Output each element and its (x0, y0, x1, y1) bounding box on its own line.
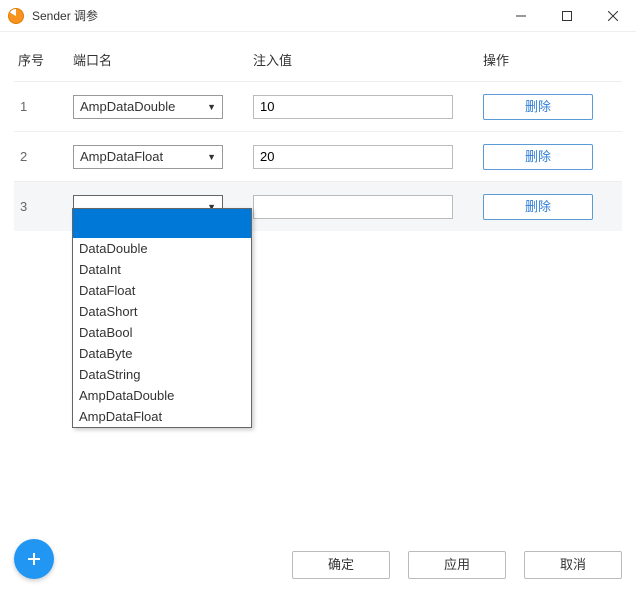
row-seq: 2 (18, 149, 73, 164)
row-seq: 1 (18, 99, 73, 114)
value-input[interactable] (253, 195, 453, 219)
cancel-button[interactable]: 取消 (524, 551, 622, 579)
add-row-button[interactable] (14, 539, 54, 579)
titlebar: Sender 调参 (0, 0, 636, 32)
col-action: 操作 (483, 50, 623, 69)
maximize-icon (562, 11, 572, 21)
apply-button[interactable]: 应用 (408, 551, 506, 579)
app-icon (8, 8, 24, 24)
col-port: 端口名 (73, 50, 253, 69)
dropdown-option[interactable]: DataShort (73, 301, 251, 322)
dropdown-option[interactable]: DataFloat (73, 280, 251, 301)
delete-button[interactable]: 删除 (483, 194, 593, 220)
content-area: 序号 端口名 注入值 操作 1 AmpDataDouble ▼ 删除 2 Amp… (0, 32, 636, 231)
footer-buttons: 确定 应用 取消 (292, 551, 622, 579)
window-controls (498, 0, 636, 31)
delete-button[interactable]: 删除 (483, 94, 593, 120)
delete-button[interactable]: 删除 (483, 144, 593, 170)
maximize-button[interactable] (544, 0, 590, 31)
plus-icon (26, 551, 42, 567)
dropdown-option[interactable]: DataBool (73, 322, 251, 343)
close-button[interactable] (590, 0, 636, 31)
dropdown-option[interactable]: DataByte (73, 343, 251, 364)
ok-button[interactable]: 确定 (292, 551, 390, 579)
port-select-value: AmpDataFloat (80, 149, 207, 164)
dropdown-option[interactable]: DataInt (73, 259, 251, 280)
dropdown-option[interactable]: AmpDataDouble (73, 385, 251, 406)
minimize-icon (516, 11, 526, 21)
minimize-button[interactable] (498, 0, 544, 31)
value-input[interactable] (253, 95, 453, 119)
col-value: 注入值 (253, 50, 483, 69)
chevron-down-icon: ▼ (207, 152, 216, 162)
col-seq: 序号 (18, 50, 73, 69)
window-title: Sender 调参 (32, 7, 498, 24)
port-select[interactable]: AmpDataFloat ▼ (73, 145, 223, 169)
port-select[interactable]: AmpDataDouble ▼ (73, 95, 223, 119)
dropdown-option[interactable]: DataDouble (73, 238, 251, 259)
port-dropdown-list[interactable]: DataDouble DataInt DataFloat DataShort D… (72, 208, 252, 428)
dropdown-option-selected[interactable] (73, 209, 251, 238)
value-input[interactable] (253, 145, 453, 169)
table-header: 序号 端口名 注入值 操作 (14, 44, 622, 81)
table-row: 1 AmpDataDouble ▼ 删除 (14, 81, 622, 131)
dropdown-option[interactable]: DataString (73, 364, 251, 385)
port-select-value: AmpDataDouble (80, 99, 207, 114)
chevron-down-icon: ▼ (207, 102, 216, 112)
close-icon (608, 11, 618, 21)
row-seq: 3 (18, 199, 73, 214)
dropdown-option[interactable]: AmpDataFloat (73, 406, 251, 427)
table-row: 2 AmpDataFloat ▼ 删除 (14, 131, 622, 181)
